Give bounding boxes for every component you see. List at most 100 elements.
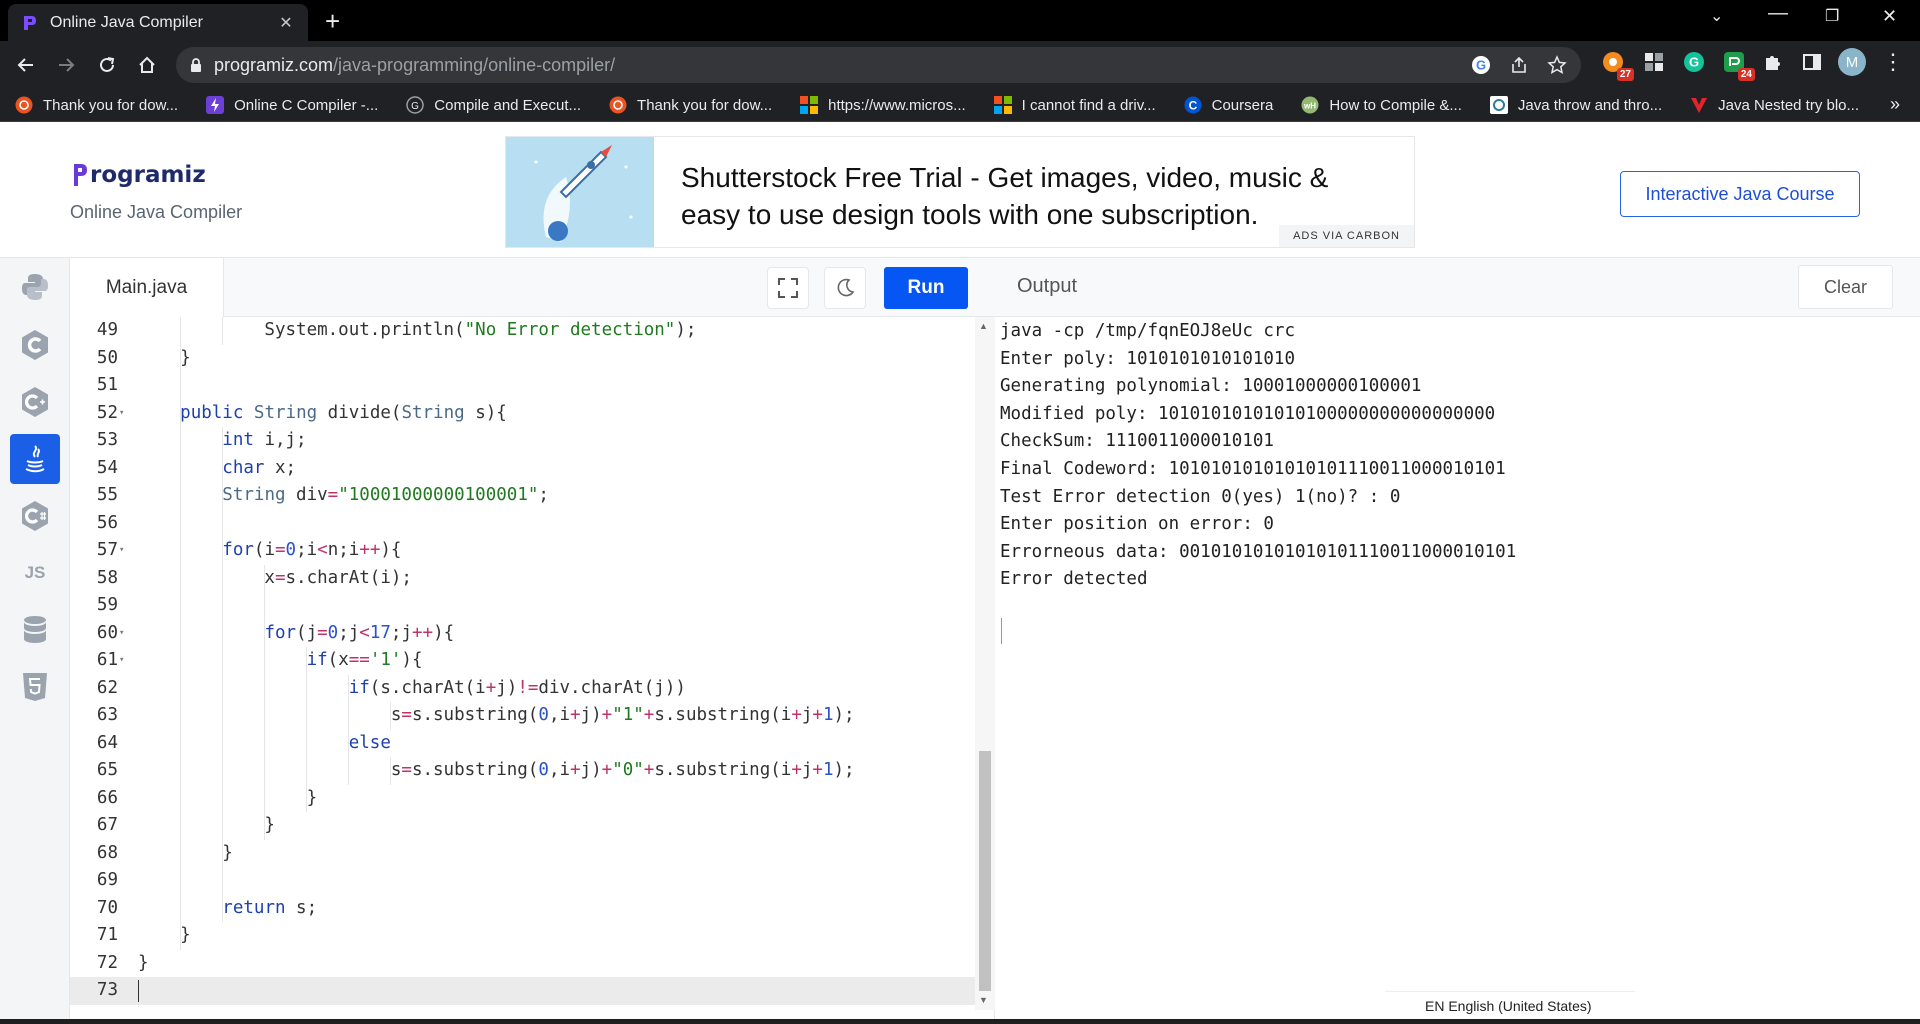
output-line: Final Codeword: 101010101010101011100110… — [1000, 458, 1506, 479]
output-toolbar: Output Clear — [995, 258, 1920, 317]
code-line: 67 } — [70, 812, 975, 840]
screen: Online Java Compiler ✕ + ⌄ — ❐ ✕ program… — [0, 0, 1920, 1024]
sidebar-item-javascript[interactable]: JS — [10, 548, 60, 598]
svg-text:G: G — [1689, 55, 1699, 70]
home-icon[interactable] — [133, 51, 161, 79]
bookmark-item[interactable]: https://www.micros... — [800, 96, 966, 114]
line-number: 65 — [96, 760, 118, 780]
dark-mode-moon-icon[interactable] — [824, 267, 866, 309]
scroll-up-arrow-icon[interactable]: ▲ — [979, 321, 988, 331]
ad-rocket-image — [506, 137, 654, 247]
grammarly-icon[interactable]: G — [1681, 49, 1707, 75]
url-host: programiz.com — [214, 54, 334, 75]
extensions-puzzle-icon[interactable] — [1760, 49, 1786, 75]
reload-icon[interactable] — [93, 51, 121, 79]
line-number: 67 — [96, 815, 118, 835]
sidebar-item-cpp[interactable] — [10, 377, 60, 427]
bookmark-item[interactable]: I cannot find a driv... — [993, 96, 1156, 114]
code-line: 53 int i,j; — [70, 427, 975, 455]
python-icon — [22, 274, 48, 300]
restore-icon[interactable]: ❐ — [1825, 6, 1839, 26]
java-icon — [25, 445, 45, 473]
window-close-icon[interactable]: ✕ — [1882, 6, 1897, 27]
scroll-down-arrow-icon[interactable]: ▼ — [979, 995, 988, 1005]
clear-button[interactable]: Clear — [1798, 265, 1893, 309]
ad-text: Shutterstock Free Trial - Get images, vi… — [681, 162, 1329, 230]
bookmark-star-icon[interactable] — [1547, 55, 1567, 80]
bookmark-item[interactable]: G Compile and Execut... — [406, 96, 581, 114]
svg-text:wH: wH — [1303, 102, 1316, 111]
sidebar-item-html[interactable] — [10, 662, 60, 712]
sidebar-item-sql[interactable] — [10, 605, 60, 655]
browser-tab[interactable]: Online Java Compiler ✕ — [8, 4, 308, 41]
output-line: CheckSum: 1110011000010101 — [1000, 431, 1274, 452]
code-line: 69 — [70, 867, 975, 895]
minimize-icon[interactable]: — — [1768, 2, 1788, 25]
sidebar-item-python[interactable] — [10, 262, 60, 312]
programiz-logo[interactable]: rogramiz — [72, 162, 206, 188]
extension-green-icon[interactable]: 24 — [1721, 49, 1755, 81]
bookmark-item[interactable]: Thank you for dow... — [609, 96, 772, 114]
language-indicator[interactable]: EN English (United States) — [1385, 991, 1635, 1019]
tab-search-icon[interactable]: ⌄ — [1710, 6, 1723, 26]
code-line-active: 73 — [70, 977, 975, 1005]
bookmark-item[interactable]: Online C Compiler -... — [206, 96, 378, 114]
fold-arrow-icon[interactable]: ▾ — [119, 400, 124, 428]
extension-grid-icon[interactable] — [1641, 49, 1667, 75]
bookmark-label: How to Compile &... — [1329, 96, 1462, 114]
line-number: 63 — [96, 705, 118, 725]
line-number: 58 — [96, 567, 118, 588]
fold-arrow-icon[interactable]: ▾ — [119, 647, 124, 675]
menu-kebab-icon[interactable]: ⋮ — [1880, 49, 1906, 75]
language-sidebar: JS — [0, 258, 70, 1024]
compile-site-icon: G — [406, 96, 425, 114]
code-line: 66 } — [70, 784, 975, 812]
sidebar-item-java[interactable] — [10, 434, 60, 484]
sidebar-item-c[interactable] — [10, 320, 60, 370]
microsoft-icon — [800, 96, 819, 114]
browser-toolbar: programiz.com /java-programming/online-c… — [0, 41, 1920, 89]
bookmarks-overflow-icon[interactable]: » — [1890, 94, 1900, 115]
line-number: 51 — [96, 375, 118, 395]
line-number: 50 — [96, 347, 118, 368]
code-area[interactable]: 49 System.out.println("No Error detectio… — [70, 317, 975, 1010]
tab-close-icon[interactable]: ✕ — [276, 13, 296, 33]
logo-text: rogramiz — [90, 162, 206, 188]
back-icon[interactable] — [12, 51, 40, 79]
bookmark-item[interactable]: wH How to Compile &... — [1301, 96, 1462, 114]
side-panel-icon[interactable] — [1799, 49, 1825, 75]
output-console[interactable]: java -cp /tmp/fqnEOJ8eUc crc Enter poly: … — [1000, 318, 1516, 594]
bookmark-item[interactable]: Thank you for dow... — [15, 96, 178, 114]
share-icon[interactable] — [1509, 55, 1529, 80]
new-tab-icon[interactable]: + — [325, 8, 340, 34]
fold-arrow-icon[interactable]: ▾ — [119, 537, 124, 565]
code-line: 68 } — [70, 839, 975, 867]
file-tab-main-java[interactable]: Main.java — [70, 258, 224, 317]
google-icon[interactable]: G — [1471, 55, 1491, 80]
forward-icon[interactable] — [52, 51, 80, 79]
output-line: Test Error detection 0(yes) 1(no)? : 0 — [1000, 486, 1401, 507]
bookmark-item[interactable]: Java Nested try blo... — [1690, 96, 1859, 114]
run-button[interactable]: Run — [884, 267, 968, 309]
extension-orange-icon[interactable]: 27 — [1600, 49, 1634, 81]
ad-label[interactable]: ADS VIA CARBON — [1279, 225, 1414, 247]
editor-scroll-thumb[interactable] — [979, 751, 991, 991]
address-bar[interactable]: programiz.com /java-programming/online-c… — [176, 47, 1581, 83]
fold-arrow-icon[interactable]: ▾ — [119, 620, 124, 648]
sidebar-item-csharp[interactable] — [10, 491, 60, 541]
browser-tab-strip: Online Java Compiler ✕ + ⌄ — ❐ ✕ — [0, 0, 1920, 41]
editor-scrollbar[interactable]: ▲ ▼ — [975, 317, 995, 1010]
bookmark-label: Coursera — [1211, 96, 1274, 114]
profile-avatar[interactable]: M — [1838, 48, 1866, 76]
code-line: 63 s=s.substring(0,i+j)+"1"+s.substring(… — [70, 702, 975, 730]
code-line: 55 String div="10001000000100001"; — [70, 482, 975, 510]
interactive-java-course-button[interactable]: Interactive Java Course — [1620, 171, 1860, 217]
database-icon — [24, 616, 46, 643]
advertisement[interactable]: Shutterstock Free Trial - Get images, vi… — [505, 136, 1415, 248]
fullscreen-icon[interactable] — [767, 267, 809, 309]
bookmark-item[interactable]: Java throw and thro... — [1489, 96, 1662, 114]
bookmark-item[interactable]: C Coursera — [1184, 96, 1274, 114]
lock-icon[interactable] — [190, 57, 202, 73]
line-number: 59 — [96, 595, 118, 615]
output-line: Generating polynomial: 10001000000100001 — [1000, 376, 1422, 397]
